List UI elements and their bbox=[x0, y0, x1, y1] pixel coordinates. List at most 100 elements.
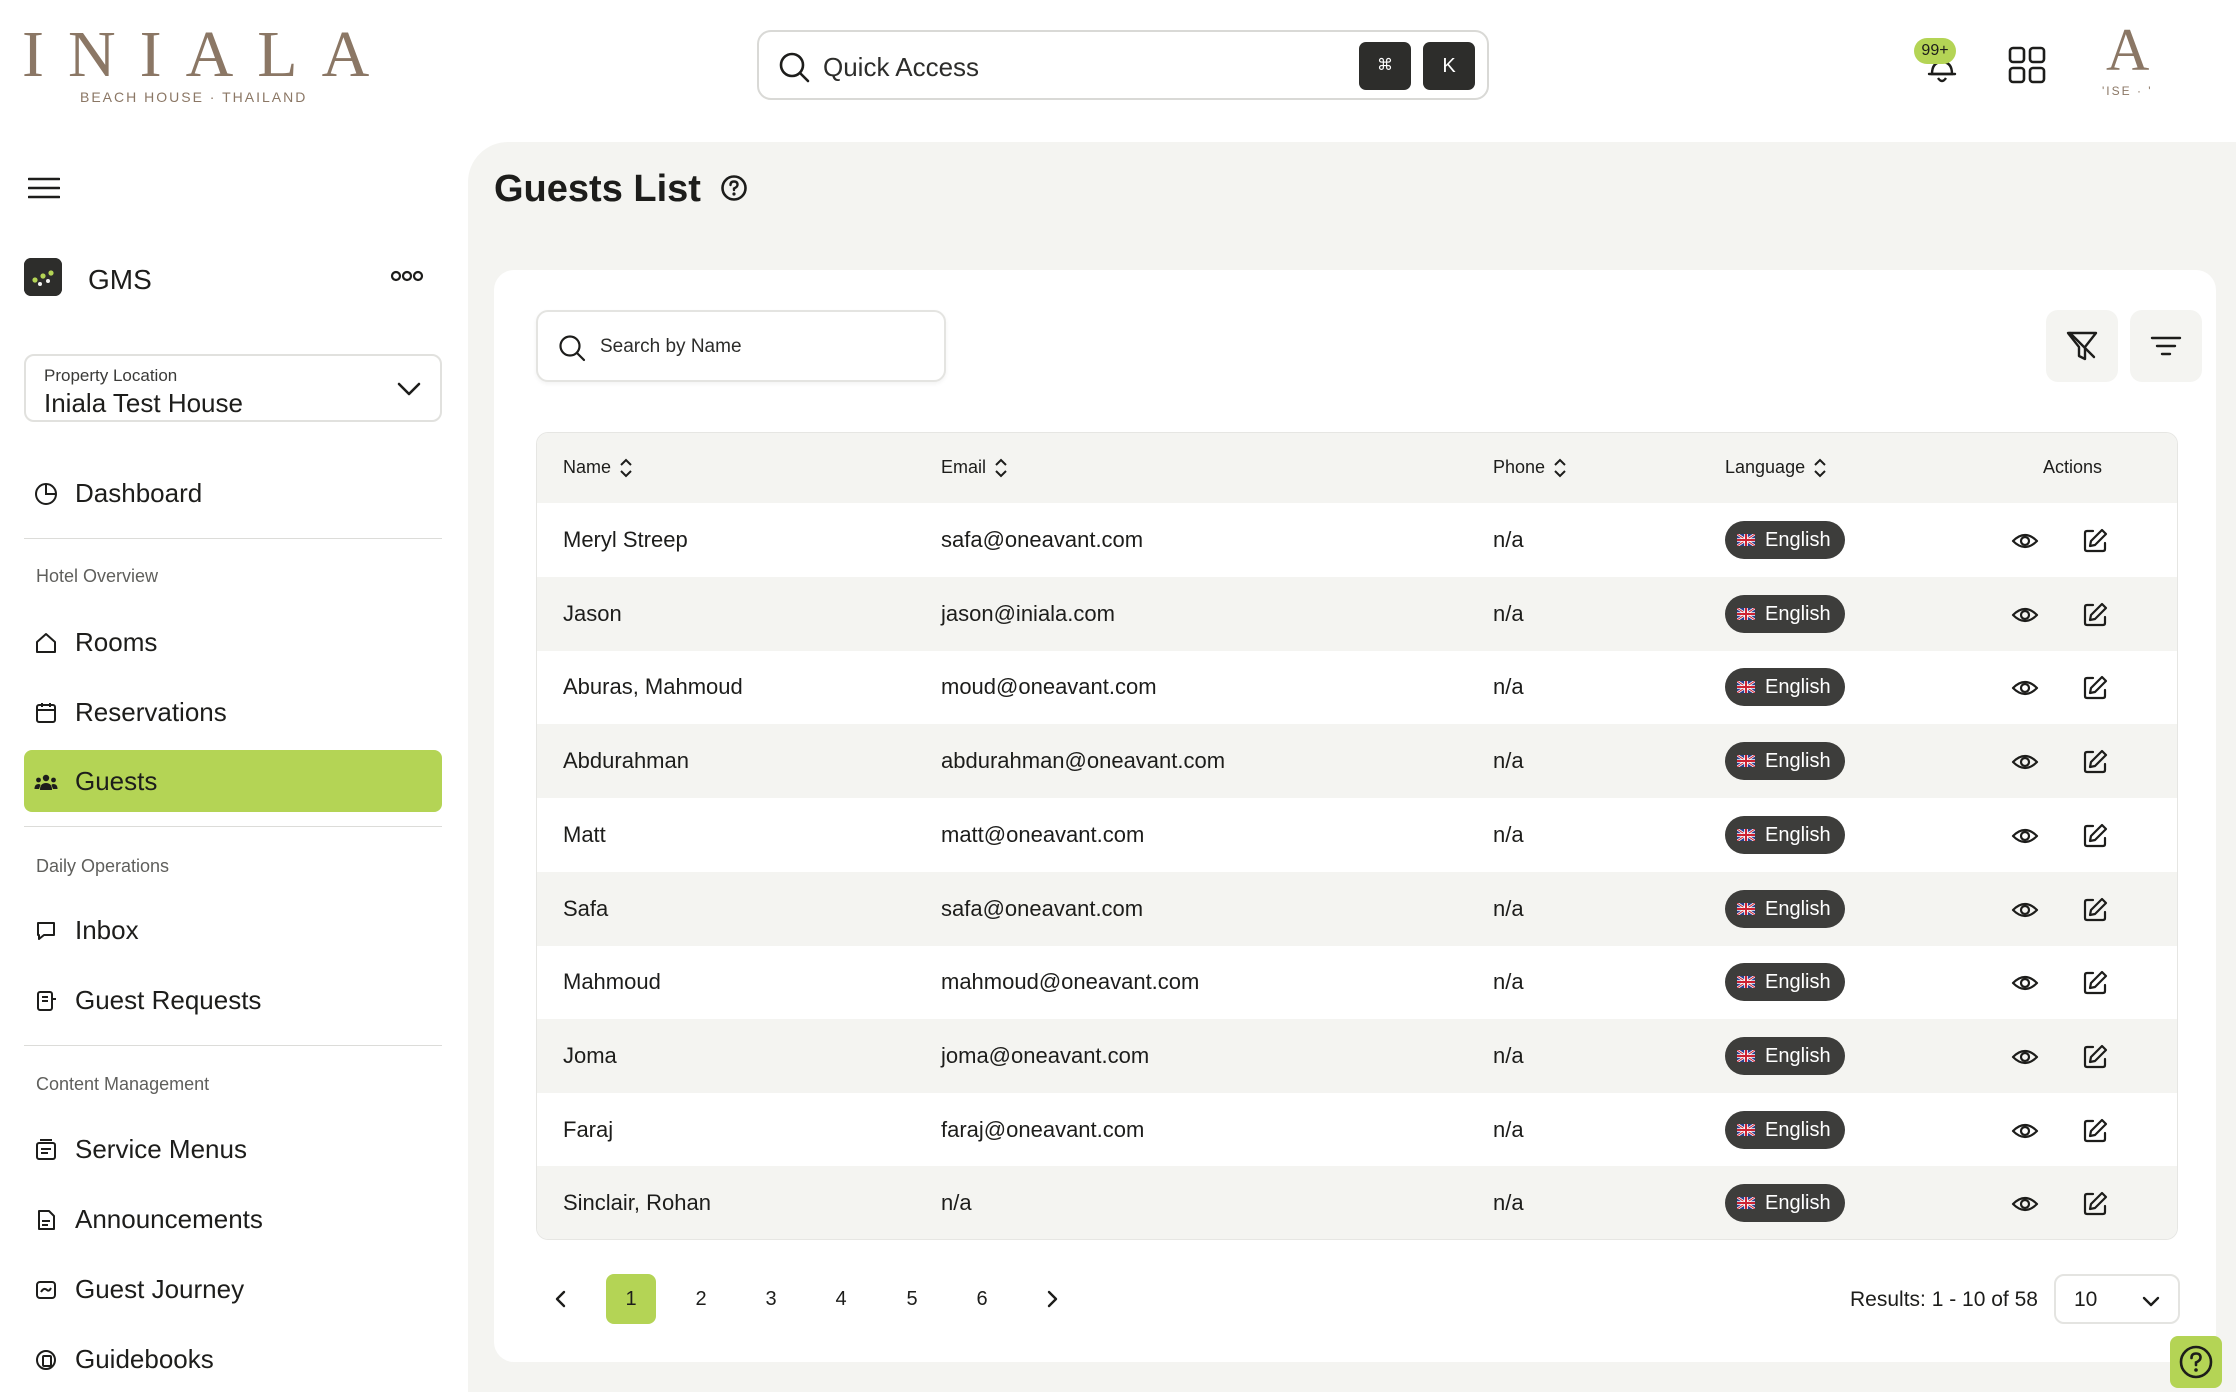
sort-button[interactable] bbox=[2130, 310, 2202, 382]
guidebook-icon bbox=[36, 1350, 56, 1370]
menu-icon[interactable] bbox=[28, 176, 60, 200]
eye-icon[interactable] bbox=[2011, 601, 2039, 629]
column-label: Name bbox=[563, 457, 612, 477]
eye-icon[interactable] bbox=[2011, 969, 2039, 997]
page-4-button[interactable]: 4 bbox=[816, 1274, 866, 1324]
prev-page-button[interactable] bbox=[536, 1274, 586, 1324]
language-badge: English bbox=[1725, 668, 1845, 707]
sidebar-item-rooms[interactable]: Rooms bbox=[24, 611, 442, 673]
eye-icon[interactable] bbox=[2011, 1043, 2039, 1071]
page-6-button[interactable]: 6 bbox=[957, 1274, 1007, 1324]
uk-flag-icon bbox=[1737, 828, 1755, 841]
table-row[interactable]: Safa safa@oneavant.com n/a English bbox=[537, 871, 2177, 946]
language-badge: English bbox=[1725, 963, 1845, 1002]
property-location-value: Iniala Test House bbox=[44, 388, 243, 418]
eye-icon[interactable] bbox=[2011, 822, 2039, 850]
guests-card: Name Email Phone Language Actions Meryl … bbox=[494, 270, 2216, 1362]
table-row[interactable]: Jason jason@iniala.com n/a English bbox=[537, 576, 2177, 651]
table-row[interactable]: Joma joma@oneavant.com n/a English bbox=[537, 1018, 2177, 1093]
guest-phone-cell: n/a bbox=[1493, 969, 1524, 995]
help-circle-icon[interactable] bbox=[720, 174, 748, 202]
table-row[interactable]: Abdurahman abdurahman@oneavant.com n/a Engl… bbox=[537, 724, 2177, 799]
edit-icon[interactable] bbox=[2081, 527, 2109, 555]
guest-phone-cell: n/a bbox=[1493, 527, 1524, 552]
table-row[interactable]: Sinclair, Rohan n/a n/a English bbox=[537, 1166, 2177, 1239]
sidebar-item-dashboard[interactable]: Dashboard bbox=[24, 462, 442, 524]
search-icon bbox=[559, 335, 586, 362]
eye-icon[interactable] bbox=[2011, 1117, 2039, 1145]
sidebar-item-guests[interactable]: Guests bbox=[24, 750, 442, 812]
table-row[interactable]: Matt matt@oneavant.com n/a English bbox=[537, 798, 2177, 872]
edit-icon[interactable] bbox=[2081, 674, 2109, 702]
guest-name-cell: Jason bbox=[563, 600, 622, 626]
edit-icon[interactable] bbox=[2081, 1117, 2109, 1145]
grid-icon[interactable] bbox=[2008, 46, 2046, 84]
uk-flag-icon bbox=[1737, 607, 1755, 620]
eye-icon[interactable] bbox=[2011, 674, 2039, 702]
sidebar-item-guest-journey[interactable]: Guest Journey bbox=[24, 1258, 442, 1320]
column-header-name[interactable]: Name bbox=[563, 457, 633, 479]
search-input[interactable] bbox=[600, 328, 930, 366]
guest-email-cell: mahmoud@oneavant.com bbox=[941, 969, 1200, 995]
column-header-phone[interactable]: Phone bbox=[1493, 457, 1567, 479]
sidebar-item-service-menus[interactable]: Service Menus bbox=[24, 1118, 442, 1180]
guest-phone-cell: n/a bbox=[1493, 674, 1524, 700]
uk-flag-icon bbox=[1737, 902, 1755, 915]
sidebar-item-guidebooks[interactable]: Guidebooks bbox=[24, 1328, 442, 1390]
home-icon bbox=[36, 633, 56, 653]
eye-icon[interactable] bbox=[2011, 1190, 2039, 1218]
column-header-language[interactable]: Language bbox=[1725, 457, 1827, 479]
sort-icon bbox=[1814, 458, 1826, 478]
edit-icon[interactable] bbox=[2081, 969, 2109, 997]
edit-icon[interactable] bbox=[2081, 601, 2109, 629]
column-header-email[interactable]: Email bbox=[941, 457, 1008, 479]
sort-icon bbox=[995, 458, 1007, 478]
sidebar-item-inbox[interactable]: Inbox bbox=[24, 899, 442, 961]
iniala-logo[interactable]: INIALA BEACH HOUSE · THAILAND bbox=[22, 18, 369, 108]
edit-icon[interactable] bbox=[2081, 1043, 2109, 1071]
sidebar-item-announcements[interactable]: Announcements bbox=[24, 1188, 442, 1250]
shortcut-key-k: K bbox=[1423, 42, 1475, 90]
quick-access-search[interactable]: Quick Access ⌘ K bbox=[757, 30, 1489, 100]
eye-icon[interactable] bbox=[2011, 748, 2039, 776]
page-3-button[interactable]: 3 bbox=[746, 1274, 796, 1324]
eye-icon[interactable] bbox=[2011, 896, 2039, 924]
sidebar-item-guest-requests[interactable]: Guest Requests bbox=[24, 969, 442, 1031]
property-location-label: Property Location bbox=[44, 366, 178, 385]
table-row[interactable]: Faraj faraj@oneavant.com n/a English bbox=[537, 1093, 2177, 1167]
user-property-logo[interactable]: A 'ISE · ' bbox=[2100, 16, 2170, 106]
edit-icon[interactable] bbox=[2081, 896, 2109, 924]
guest-name-cell: Sinclair, Rohan bbox=[563, 1190, 711, 1216]
next-page-button[interactable] bbox=[1027, 1274, 1077, 1324]
language-label: English bbox=[1765, 1118, 1831, 1141]
language-badge: English bbox=[1725, 521, 1845, 559]
table-row[interactable]: Mahmoud mahmoud@oneavant.com n/a English bbox=[537, 945, 2177, 1019]
guest-name-cell: Matt bbox=[563, 821, 606, 847]
chevron-left-icon bbox=[555, 1290, 566, 1308]
edit-icon[interactable] bbox=[2081, 1190, 2109, 1218]
table-row[interactable]: Aburas, Mahmoud moud@oneavant.com n/a Engli… bbox=[537, 650, 2177, 724]
sidebar-divider bbox=[24, 538, 442, 539]
property-location-select[interactable]: Property Location Iniala Test House bbox=[24, 354, 442, 422]
edit-icon[interactable] bbox=[2081, 822, 2109, 850]
uk-flag-icon bbox=[1737, 534, 1755, 546]
chevron-right-icon bbox=[1047, 1290, 1058, 1308]
page-5-button[interactable]: 5 bbox=[887, 1274, 937, 1324]
guest-email-cell: jason@iniala.com bbox=[941, 600, 1115, 626]
per-page-select[interactable]: 10 bbox=[2054, 1274, 2180, 1324]
more-options-icon[interactable] bbox=[390, 266, 424, 286]
guest-name-cell: Meryl Streep bbox=[563, 527, 688, 552]
sidebar-item-reservations[interactable]: Reservations bbox=[24, 681, 442, 743]
language-badge: English bbox=[1725, 889, 1845, 928]
guest-phone-cell: n/a bbox=[1493, 821, 1524, 847]
page-2-button[interactable]: 2 bbox=[676, 1274, 726, 1324]
results-count: Results: 1 - 10 of 58 bbox=[1850, 1288, 2038, 1311]
page-1-button[interactable]: 1 bbox=[606, 1274, 656, 1324]
filter-button[interactable] bbox=[2046, 310, 2118, 382]
app-switcher[interactable]: GMS bbox=[24, 258, 444, 300]
table-row[interactable]: Meryl Streep safa@oneavant.com n/a English bbox=[537, 503, 2177, 577]
edit-icon[interactable] bbox=[2081, 748, 2109, 776]
eye-icon[interactable] bbox=[2011, 527, 2039, 555]
help-button[interactable] bbox=[2170, 1336, 2222, 1388]
notification-badge: 99+ bbox=[1914, 38, 1956, 64]
